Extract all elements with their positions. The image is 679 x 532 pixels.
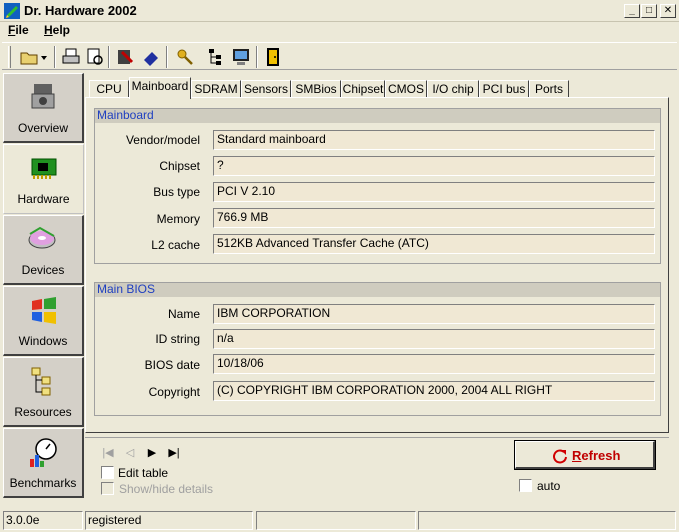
menu-help[interactable]: Help bbox=[44, 23, 70, 37]
show-hide-details-checkbox[interactable] bbox=[101, 482, 114, 495]
tab-smbios[interactable]: SMBios bbox=[291, 80, 341, 98]
registration-status: registered bbox=[85, 511, 253, 530]
refresh-icon bbox=[553, 449, 567, 464]
l2-cache-label: L2 cache bbox=[151, 238, 200, 252]
auto-checkbox[interactable] bbox=[519, 479, 532, 492]
bios-date-label: BIOS date bbox=[144, 358, 200, 372]
bios-group: Main BIOS Name IBM CORPORATION ID string… bbox=[94, 282, 661, 416]
tools-icon[interactable] bbox=[114, 46, 136, 68]
tab-sensors[interactable]: Sensors bbox=[241, 80, 291, 98]
window-title: Dr. Hardware 2002 bbox=[24, 3, 137, 18]
nav-benchmarks[interactable]: Benchmarks bbox=[3, 428, 84, 498]
hardware-card-icon bbox=[31, 158, 57, 179]
key-icon[interactable] bbox=[174, 46, 196, 68]
memory-field[interactable]: 766.9 MB bbox=[213, 208, 655, 228]
print-preview-icon[interactable] bbox=[84, 46, 106, 68]
copyright-label: Copyright bbox=[148, 385, 200, 399]
edit-table-checkbox[interactable] bbox=[101, 466, 114, 479]
monitor-icon[interactable] bbox=[230, 46, 252, 68]
bottom-controls: |◀ ◁ ▶ ▶| Edit table Show/hide details R… bbox=[85, 437, 669, 503]
group-title: Main BIOS bbox=[95, 283, 660, 297]
nav-label: Devices bbox=[21, 263, 65, 277]
nav-hardware[interactable]: Hardware bbox=[3, 144, 84, 214]
vendor-model-label: Vendor/model bbox=[125, 133, 200, 147]
chipset-label: Chipset bbox=[159, 159, 200, 173]
id-string-field[interactable]: n/a bbox=[213, 329, 655, 349]
nav-devices[interactable]: Devices bbox=[3, 215, 84, 285]
refresh-label: Refresh bbox=[572, 448, 621, 463]
memory-label: Memory bbox=[156, 212, 200, 226]
status-pane-empty bbox=[418, 511, 676, 530]
nav-label: Benchmarks bbox=[9, 476, 77, 490]
overview-icon bbox=[31, 84, 55, 109]
last-record-icon[interactable]: ▶| bbox=[167, 446, 181, 460]
vendor-model-field[interactable]: Standard mainboard bbox=[213, 130, 655, 150]
prev-record-icon[interactable]: ◁ bbox=[123, 446, 137, 460]
main-panel: CPU Mainboard SDRAM Sensors SMBios Chips… bbox=[85, 73, 677, 507]
nav-overview[interactable]: Overview bbox=[3, 73, 84, 143]
auto-label[interactable]: auto bbox=[537, 479, 560, 493]
tab-chipset[interactable]: Chipset bbox=[341, 80, 385, 98]
print-icon[interactable] bbox=[60, 46, 82, 68]
stopwatch-icon bbox=[30, 438, 57, 467]
chipset-field[interactable]: ? bbox=[213, 156, 655, 176]
maximize-button[interactable]: □ bbox=[641, 4, 657, 18]
open-icon[interactable] bbox=[18, 46, 40, 68]
toolbar bbox=[2, 42, 677, 70]
toolbar-separator bbox=[54, 46, 56, 68]
next-record-icon[interactable]: ▶ bbox=[145, 446, 159, 460]
l2-cache-field[interactable]: 512KB Advanced Transfer Cache (ATC) bbox=[213, 234, 655, 254]
bios-date-field[interactable]: 10/18/06 bbox=[213, 354, 655, 374]
menu-bar: File Help bbox=[0, 22, 679, 40]
devices-icon bbox=[28, 226, 56, 249]
status-bar: 3.0.0e registered bbox=[0, 509, 679, 531]
copyright-field[interactable]: (C) COPYRIGHT IBM CORPORATION 2000, 2004… bbox=[213, 381, 655, 401]
nav-label: Windows bbox=[18, 334, 68, 348]
bios-name-field[interactable]: IBM CORPORATION bbox=[213, 304, 655, 324]
app-icon bbox=[4, 3, 20, 19]
eraser-icon[interactable] bbox=[140, 46, 162, 68]
tab-cmos[interactable]: CMOS bbox=[385, 80, 427, 98]
close-button[interactable]: ✕ bbox=[660, 4, 676, 18]
edit-table-label[interactable]: Edit table bbox=[118, 466, 168, 480]
status-pane-empty bbox=[256, 511, 416, 530]
bios-name-label: Name bbox=[167, 307, 200, 321]
version-status: 3.0.0e bbox=[3, 511, 83, 530]
nav-label: Hardware bbox=[17, 192, 70, 206]
dropdown-icon[interactable] bbox=[38, 46, 50, 68]
toolbar-separator bbox=[166, 46, 168, 68]
tab-mainboard[interactable]: Mainboard bbox=[129, 77, 191, 99]
group-title: Mainboard bbox=[95, 109, 660, 123]
exit-door-icon[interactable] bbox=[262, 46, 284, 68]
nav-resources[interactable]: Resources bbox=[3, 357, 84, 427]
id-string-label: ID string bbox=[155, 332, 200, 346]
bus-type-label: Bus type bbox=[153, 185, 200, 199]
resources-icon bbox=[31, 367, 51, 396]
tree-icon[interactable] bbox=[206, 46, 228, 68]
windows-logo-icon bbox=[32, 297, 56, 324]
tab-sdram[interactable]: SDRAM bbox=[191, 80, 241, 98]
first-record-icon[interactable]: |◀ bbox=[101, 446, 115, 460]
toolbar-separator bbox=[256, 46, 258, 68]
mainboard-group: Mainboard Vendor/model Standard mainboar… bbox=[94, 108, 661, 264]
refresh-button[interactable]: Refresh bbox=[514, 440, 656, 470]
toolbar-grip[interactable] bbox=[8, 46, 11, 68]
nav-label: Overview bbox=[17, 121, 68, 135]
minimize-button[interactable]: _ bbox=[624, 4, 640, 18]
tab-cpu[interactable]: CPU bbox=[89, 80, 129, 98]
tab-ports[interactable]: Ports bbox=[529, 80, 569, 98]
mainboard-tab-page: Mainboard Vendor/model Standard mainboar… bbox=[85, 97, 669, 433]
show-hide-details-label[interactable]: Show/hide details bbox=[119, 482, 213, 496]
toolbar-separator bbox=[108, 46, 110, 68]
bus-type-field[interactable]: PCI V 2.10 bbox=[213, 182, 655, 202]
nav-windows[interactable]: Windows bbox=[3, 286, 84, 356]
nav-label: Resources bbox=[14, 405, 72, 419]
tab-pci-bus[interactable]: PCI bus bbox=[479, 80, 529, 98]
category-nav: Overview Hardware Devices Windows Resour… bbox=[3, 73, 84, 505]
title-bar: Dr. Hardware 2002 _ □ ✕ bbox=[0, 0, 679, 22]
menu-file[interactable]: File bbox=[8, 23, 29, 37]
tab-io-chip[interactable]: I/O chip bbox=[427, 80, 479, 98]
tab-strip: CPU Mainboard SDRAM Sensors SMBios Chips… bbox=[85, 77, 677, 99]
